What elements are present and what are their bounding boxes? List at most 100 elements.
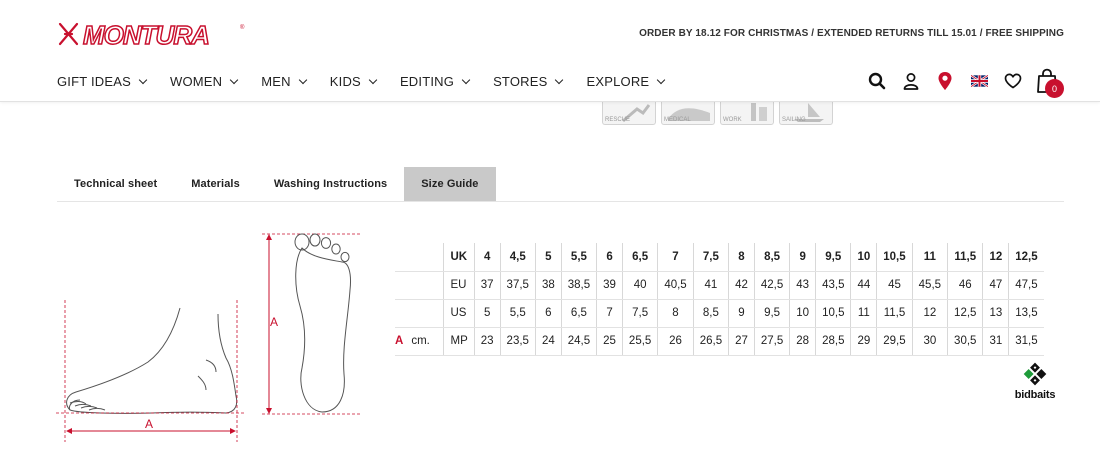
table-cell: 5 [535,243,562,272]
table-cell: 8 [657,299,694,328]
table-row: Acm. MP 23 23,5 24 24,5 25 25,5 26 26,5 … [395,327,1044,356]
tab-washing-instructions[interactable]: Washing Instructions [257,167,404,201]
table-cell: 30,5 [947,327,984,356]
user-icon[interactable] [894,66,928,96]
table-cell: 23,5 [500,327,536,356]
table-cell [395,299,443,328]
main-nav: GIFT IDEAS WOMEN MEN KIDS EDITING STORES… [57,74,688,89]
table-cell: 8,5 [754,243,791,272]
svg-text:®: ® [240,24,245,31]
medical-activity-icon: MEDICAL [661,101,715,125]
table-cell: 11 [850,299,878,328]
nav-item-men[interactable]: MEN [261,74,308,89]
tab-size-guide[interactable]: Size Guide [404,167,496,201]
table-cell: 47,5 [1008,271,1044,300]
bidbaits-logo-icon [1023,362,1047,386]
table-cell: 38,5 [561,271,598,300]
table-cell: 27,5 [754,327,791,356]
table-cell: 6 [596,243,623,272]
table-cell: 42,5 [754,271,791,300]
table-cell: 11 [912,243,949,272]
unit-label: cm. [411,335,430,347]
table-cell: 8,5 [693,299,730,328]
bidbaits-label: bidbaits [1014,389,1056,401]
table-cell: 43,5 [815,271,852,300]
table-cell: 8 [728,243,755,272]
table-cell: Acm. [395,327,443,356]
chevron-down-icon [298,75,308,84]
table-row: EU 37 37,5 38 38,5 39 40 40,5 41 42 42,5… [395,271,1044,300]
table-cell: 12 [982,243,1010,272]
nav-item-kids[interactable]: KIDS [329,74,378,89]
table-row: UK 4 4,5 5 5,5 6 6,5 7 7,5 8 8,5 9 9,5 1… [395,243,1044,272]
table-cell: 31 [982,327,1010,356]
promo-banner-text: ORDER BY 18.12 FOR CHRISTMAS / EXTENDED … [639,28,1064,39]
table-cell: 4 [474,243,501,272]
chevron-down-icon [230,75,239,84]
heart-icon[interactable] [996,66,1030,96]
row-label-eu: EU [442,271,475,300]
table-cell [395,271,443,300]
nav-item-label: GIFT IDEAS [57,74,131,89]
table-cell: 9,5 [754,299,791,328]
row-label-us: US [442,299,475,328]
dimension-label-a: A [270,315,278,329]
chevron-down-icon [461,75,471,84]
table-row: US 5 5,5 6 6,5 7 7,5 8 8,5 9 9,5 10 10,5… [395,299,1044,328]
table-cell: 4,5 [500,243,536,272]
uk-flag-icon[interactable] [962,66,996,96]
table-cell: 10,5 [815,299,852,328]
bidbaits-badge[interactable]: bidbaits [1012,362,1058,401]
nav-item-label: EDITING [399,74,455,89]
table-cell [395,243,443,272]
table-cell: 9,5 [815,243,852,272]
site-header: MONTURA ® ORDER BY 18.12 FOR CHRISTMAS /… [0,0,1100,102]
nav-item-stores[interactable]: STORES [493,74,564,89]
size-guide-table: UK 4 4,5 5 5,5 6 6,5 7 7,5 8 8,5 9 9,5 1… [395,243,1044,356]
table-cell: 10 [850,243,878,272]
table-cell: 6,5 [622,243,659,272]
table-cell: 7,5 [693,243,730,272]
search-icon[interactable] [860,66,894,96]
table-cell: 37,5 [500,271,536,300]
table-cell: 45 [876,271,913,300]
chevron-down-icon [138,75,148,84]
table-cell: 11,5 [876,299,913,328]
nav-item-label: EXPLORE [586,74,650,89]
table-cell: 26 [657,327,694,356]
work-activity-icon: WORK [720,101,774,125]
nav-item-editing[interactable]: EDITING [399,74,471,89]
tab-technical-sheet[interactable]: Technical sheet [57,167,174,201]
nav-item-women[interactable]: WOMEN [170,74,239,89]
table-cell: 28,5 [815,327,852,356]
chevron-down-icon [657,75,666,84]
table-cell: 7 [596,299,623,328]
row-label-uk: UK [442,243,475,272]
table-cell: 29 [850,327,878,356]
table-cell: 12 [912,299,949,328]
table-cell: 6,5 [561,299,598,328]
table-cell: 5,5 [561,243,598,272]
tab-materials[interactable]: Materials [174,167,257,201]
location-pin-icon[interactable] [928,66,962,96]
product-tabs: Technical sheet Materials Washing Instru… [57,167,1064,202]
nav-item-label: KIDS [329,74,361,89]
table-cell: 12,5 [947,299,984,328]
table-cell: 5,5 [500,299,536,328]
chevron-down-icon [368,75,378,84]
nav-item-explore[interactable]: EXPLORE [586,74,666,89]
table-cell: 46 [947,271,984,300]
table-cell: 41 [693,271,730,300]
nav-item-label: MEN [261,74,291,89]
table-cell: 40 [622,271,659,300]
table-cell: 25,5 [622,327,659,356]
nav-item-gift-ideas[interactable]: GIFT IDEAS [57,74,148,89]
rescue-activity-icon: RESCUE [602,101,656,125]
table-cell: 39 [596,271,623,300]
nav-item-label: WOMEN [170,74,223,89]
cart-count-badge: 0 [1045,79,1064,98]
table-cell: 9 [789,243,817,272]
table-cell: 42 [728,271,755,300]
table-cell: 24 [535,327,562,356]
montura-logo[interactable]: MONTURA ® [57,19,247,51]
